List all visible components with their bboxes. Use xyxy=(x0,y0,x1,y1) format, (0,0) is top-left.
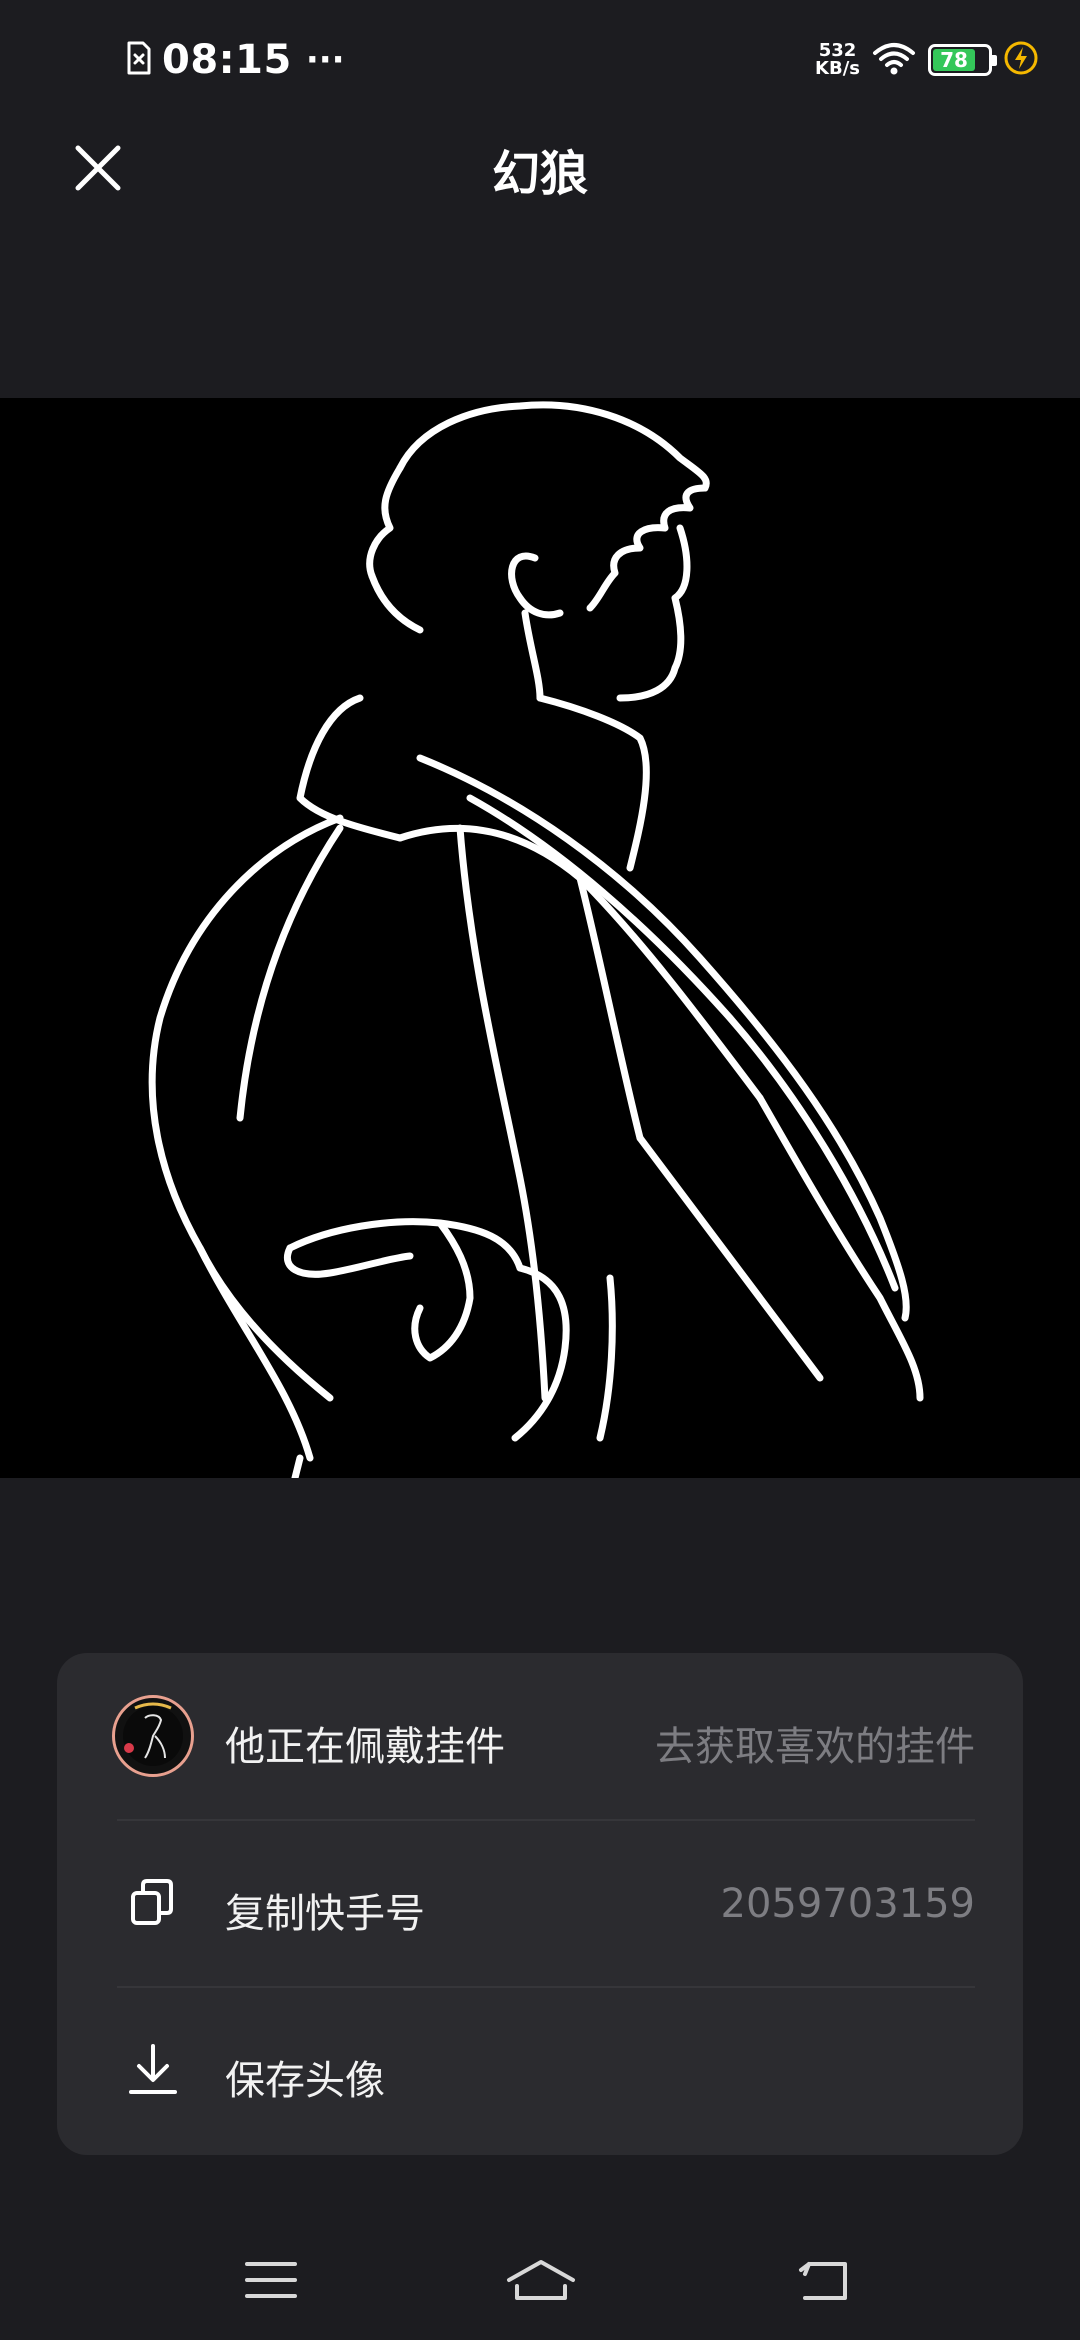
sim-card-icon xyxy=(126,40,152,80)
status-time: 08:15 xyxy=(162,37,292,83)
pendant-avatar xyxy=(112,1695,194,1777)
download-icon xyxy=(111,2028,195,2112)
home-button[interactable] xyxy=(496,2240,586,2320)
user-id-value: 2059703159 xyxy=(720,1881,976,1927)
copy-id-label: 复制快手号 xyxy=(225,1891,425,1937)
copy-icon xyxy=(111,1861,195,1945)
top-bar: 幻狼 xyxy=(0,120,1080,210)
battery-icon: 78 xyxy=(928,44,997,76)
copy-id-row[interactable]: 复制快手号 2059703159 xyxy=(57,1820,1023,1987)
more-indicator: ··· xyxy=(305,40,345,80)
back-button[interactable] xyxy=(778,2240,868,2320)
navigation-bar xyxy=(0,2220,1080,2340)
pendant-link[interactable]: 去获取喜欢的挂件 xyxy=(655,1714,975,1772)
battery-level: 78 xyxy=(933,48,976,72)
save-avatar-label: 保存头像 xyxy=(225,2058,385,2104)
avatar-illustration xyxy=(148,401,924,1478)
save-avatar-row[interactable]: 保存头像 xyxy=(57,1987,1023,2154)
battery-cap xyxy=(992,55,997,66)
pendant-row[interactable]: 他正在佩戴挂件 去获取喜欢的挂件 xyxy=(57,1653,1023,1820)
menu-icon xyxy=(245,2262,297,2298)
charging-icon xyxy=(1004,41,1038,79)
avatar-image xyxy=(0,398,1080,1478)
action-card: 他正在佩戴挂件 去获取喜欢的挂件 复制快手号 2059703159 保存头像 xyxy=(57,1653,1023,2155)
status-left: 08:15 ··· xyxy=(126,36,345,84)
pendant-avatar-icon xyxy=(111,1694,195,1778)
menu-button[interactable] xyxy=(226,2240,316,2320)
home-icon xyxy=(507,2260,575,2300)
wifi-icon xyxy=(872,41,916,79)
status-bar: 08:15 ··· 532 KB/s 78 xyxy=(0,0,1080,120)
net-speed: 532 KB/s xyxy=(815,42,860,78)
back-icon xyxy=(799,2262,847,2300)
page-title: 幻狼 xyxy=(491,146,588,202)
status-right: 532 KB/s 78 xyxy=(815,36,1038,84)
pendant-label: 他正在佩戴挂件 xyxy=(225,1724,505,1770)
net-speed-unit: KB/s xyxy=(815,58,860,79)
